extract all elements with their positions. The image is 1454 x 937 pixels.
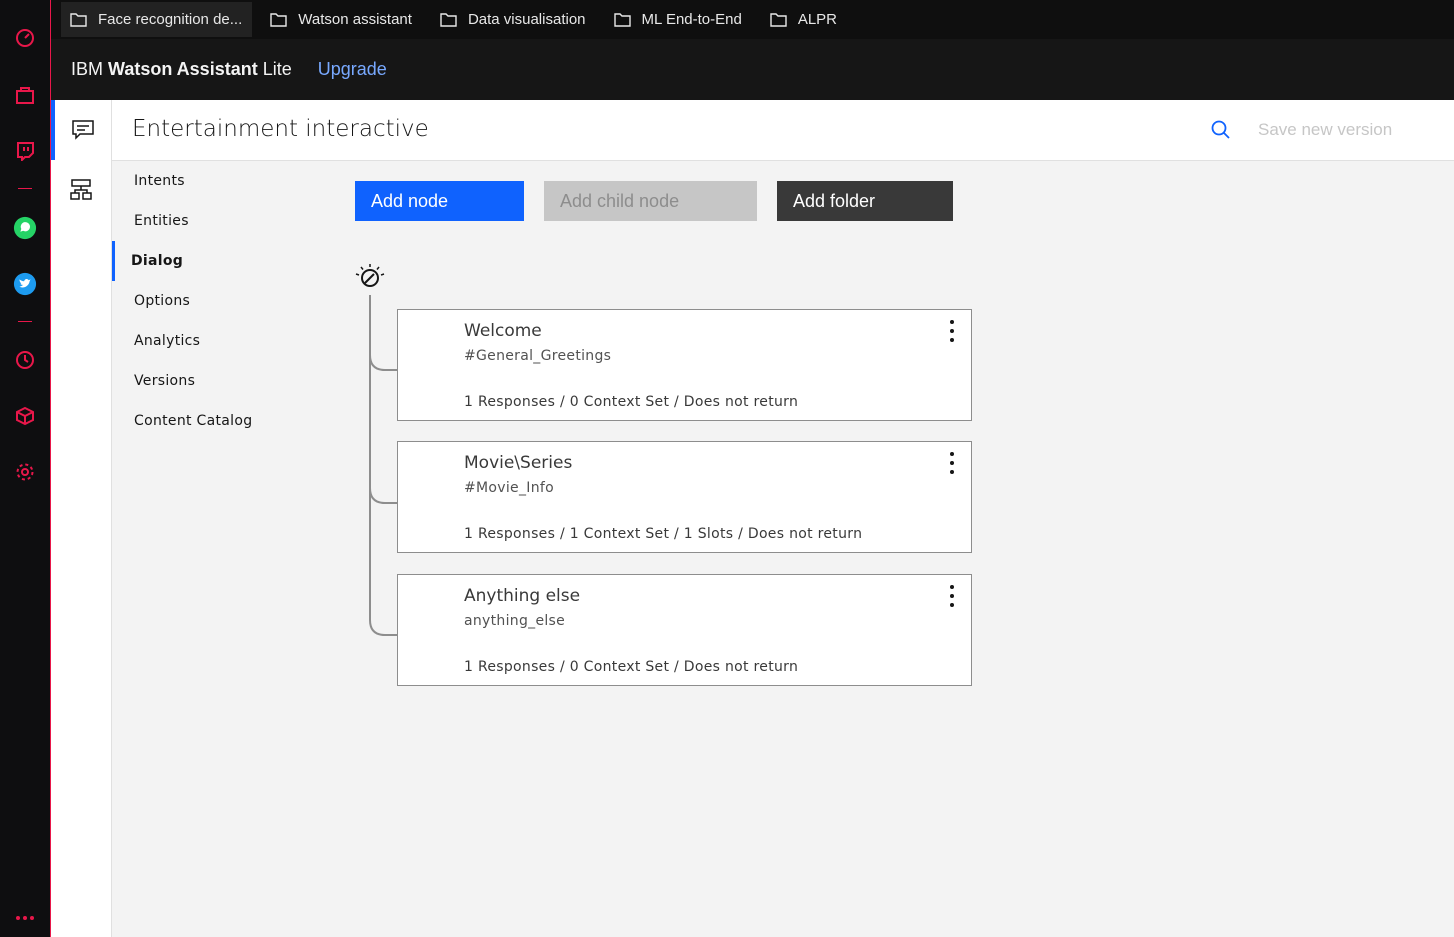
folder-icon bbox=[613, 12, 631, 27]
add-folder-button[interactable]: Add folder bbox=[777, 181, 953, 221]
product-header: IBM Watson Assistant Lite Upgrade bbox=[51, 39, 1454, 100]
skill-icon-rail bbox=[51, 100, 112, 937]
bookmark-data-visualisation[interactable]: Data visualisation bbox=[422, 2, 596, 37]
folder-icon bbox=[270, 12, 287, 27]
more-icon[interactable] bbox=[13, 906, 37, 930]
folder-icon bbox=[770, 12, 787, 27]
node-title: Anything else bbox=[464, 586, 581, 606]
node-summary: 1 Responses / 0 Context Set / Does not r… bbox=[464, 394, 799, 410]
overflow-menu-icon[interactable] bbox=[948, 452, 956, 474]
page-title: Entertainment interactive bbox=[132, 116, 429, 142]
skill-nav: Intents Entities Dialog Options Analytic… bbox=[112, 161, 332, 441]
nav-item-intents[interactable]: Intents bbox=[112, 161, 332, 201]
brand-plan: Lite bbox=[257, 59, 292, 79]
twitch-icon[interactable] bbox=[13, 139, 37, 163]
add-node-button[interactable]: Add node bbox=[355, 181, 524, 221]
nav-item-entities[interactable]: Entities bbox=[112, 201, 332, 241]
bookmark-label: ML End-to-End bbox=[641, 11, 742, 28]
chat-icon bbox=[72, 120, 94, 140]
node-title: Welcome bbox=[464, 321, 542, 341]
save-new-version-button[interactable]: Save new version bbox=[1258, 120, 1392, 140]
folder-icon bbox=[70, 12, 87, 27]
product-brand[interactable]: IBM Watson Assistant Lite bbox=[71, 59, 292, 80]
bookmarks-bar: Face recognition de... Watson assistant … bbox=[51, 0, 1454, 39]
bookmark-face-recognition[interactable]: Face recognition de... bbox=[61, 2, 253, 37]
dialog-root-icon bbox=[355, 264, 385, 287]
history-icon[interactable] bbox=[13, 348, 37, 372]
search-icon bbox=[1211, 120, 1230, 139]
bookmarks-icon[interactable] bbox=[13, 83, 37, 107]
bookmark-label: Data visualisation bbox=[467, 11, 586, 28]
overflow-menu-icon[interactable] bbox=[948, 585, 956, 607]
node-condition: anything_else bbox=[464, 613, 566, 629]
dialog-skill-button[interactable] bbox=[51, 100, 111, 160]
node-condition: #Movie_Info bbox=[464, 480, 554, 496]
bookmark-label: ALPR bbox=[797, 11, 838, 28]
node-condition: #General_Greetings bbox=[464, 348, 612, 364]
speed-dial-icon[interactable] bbox=[13, 26, 37, 50]
bookmark-label: Face recognition de... bbox=[98, 11, 243, 28]
upgrade-link[interactable]: Upgrade bbox=[318, 59, 387, 80]
nav-item-dialog[interactable]: Dialog bbox=[112, 241, 332, 281]
browser-sidebar bbox=[0, 0, 51, 937]
node-title: Movie\Series bbox=[464, 453, 573, 473]
nav-item-content-catalog[interactable]: Content Catalog bbox=[112, 401, 332, 441]
flowchart-icon bbox=[70, 179, 92, 200]
settings-icon[interactable] bbox=[13, 460, 37, 484]
nav-item-versions[interactable]: Versions bbox=[112, 361, 332, 401]
bookmark-label: Watson assistant bbox=[298, 11, 412, 28]
add-child-node-button[interactable]: Add child node bbox=[544, 181, 757, 221]
twitter-icon[interactable] bbox=[13, 272, 37, 296]
nav-item-analytics[interactable]: Analytics bbox=[112, 321, 332, 361]
dialog-node-anything-else[interactable]: Anything else anything_else 1 Responses … bbox=[397, 574, 972, 686]
bookmark-alpr[interactable]: ALPR bbox=[752, 2, 847, 37]
nav-item-options[interactable]: Options bbox=[112, 281, 332, 321]
flow-skill-button[interactable] bbox=[51, 160, 111, 220]
dialog-node-welcome[interactable]: Welcome #General_Greetings 1 Responses /… bbox=[397, 309, 972, 421]
skill-titlebar: Entertainment interactive Save new versi… bbox=[112, 100, 1454, 161]
extensions-icon[interactable] bbox=[13, 404, 37, 428]
bookmark-watson-assistant[interactable]: Watson assistant bbox=[252, 2, 422, 37]
node-summary: 1 Responses / 0 Context Set / Does not r… bbox=[464, 659, 799, 675]
bookmark-ml-end-to-end[interactable]: ML End-to-End bbox=[596, 2, 752, 37]
brand-prefix: IBM bbox=[71, 59, 109, 79]
whatsapp-icon[interactable] bbox=[13, 216, 37, 240]
dialog-node-movie-series[interactable]: Movie\Series #Movie_Info 1 Responses / 1… bbox=[397, 441, 972, 553]
folder-icon bbox=[440, 12, 457, 27]
search-button[interactable] bbox=[1210, 119, 1232, 141]
brand-name: Watson Assistant bbox=[108, 59, 258, 79]
node-summary: 1 Responses / 1 Context Set / 1 Slots / … bbox=[464, 526, 863, 542]
overflow-menu-icon[interactable] bbox=[948, 320, 956, 342]
